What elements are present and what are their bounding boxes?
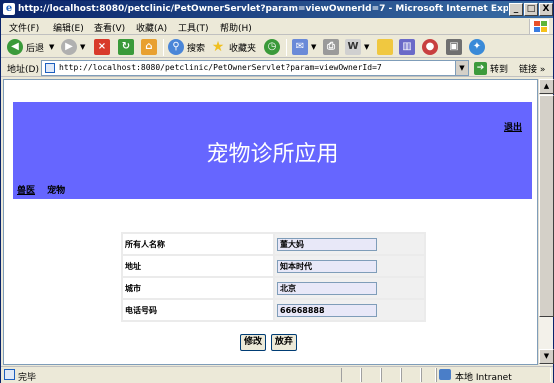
logout-link[interactable]: 退出	[504, 120, 522, 133]
status-bar: 完毕 本地 Intranet	[1, 366, 553, 383]
address-field[interactable]: 知本时代	[277, 259, 377, 273]
back-button[interactable]: ◀ 后退 ▼	[7, 39, 54, 55]
star-icon: ★	[211, 39, 225, 55]
browser-window: e http://localhost:8080/petclinic/PetOwn…	[0, 0, 554, 383]
city-field[interactable]: 北京	[277, 281, 377, 295]
table-row: 所有人名称 董大妈	[123, 234, 424, 254]
mail-button[interactable]: ✉ ▼	[292, 39, 316, 55]
discuss-button[interactable]	[377, 39, 393, 55]
refresh-button[interactable]: ↻	[118, 39, 134, 55]
modify-button[interactable]: 修改	[240, 334, 267, 351]
maximize-button[interactable]: □	[524, 3, 538, 16]
status-text: 完毕	[18, 373, 37, 383]
nav-bar: 兽医 宠物	[17, 183, 65, 196]
chevron-down-icon: ▼	[364, 43, 370, 51]
phone-label: 电话号码	[123, 300, 273, 320]
menu-edit[interactable]: 编辑(E)	[53, 21, 84, 34]
menu-tools[interactable]: 工具(T)	[178, 21, 209, 34]
messenger-button[interactable]: ●	[422, 39, 438, 55]
owner-form: 所有人名称 董大妈 地址 知本时代 城市 北京 电话号码 66668888	[121, 232, 426, 322]
favorites-button[interactable]: ★ 收藏夹	[210, 39, 256, 55]
page-title: 宠物诊所应用	[206, 142, 339, 167]
research-icon: ▥	[399, 39, 415, 55]
menu-favorites[interactable]: 收藏(A)	[136, 21, 167, 34]
owner-name-field[interactable]: 董大妈	[277, 237, 377, 251]
edit-button[interactable]: W ▼	[345, 39, 369, 55]
table-row: 地址 知本时代	[123, 256, 424, 276]
table-row: 电话号码 66668888	[123, 300, 424, 320]
page-icon	[4, 369, 15, 380]
menu-file[interactable]: 文件(F)	[9, 21, 39, 34]
messenger-icon: ●	[422, 39, 438, 55]
go-arrow-icon: ➔	[474, 61, 487, 75]
print-button[interactable]: ⎙	[323, 39, 339, 55]
nav-link-vets[interactable]: 兽医	[17, 186, 35, 196]
back-arrow-icon: ◀	[7, 39, 23, 55]
search-icon: ⚲	[168, 39, 184, 55]
address-input[interactable]: http://localhost:8080/petclinic/PetOwner…	[41, 60, 469, 76]
go-label: 转到	[490, 64, 509, 75]
home-icon: ⌂	[141, 39, 157, 55]
ie-logo-icon: e	[3, 3, 15, 15]
nav-link-pets[interactable]: 宠物	[47, 186, 65, 196]
vertical-scrollbar[interactable]: ▲ ▼	[538, 79, 554, 365]
tool-icon: ▣	[446, 39, 462, 55]
research-button[interactable]: ▥	[399, 39, 415, 55]
search-button[interactable]: ⚲ 搜索	[168, 39, 205, 55]
scroll-thumb[interactable]	[539, 95, 554, 317]
page-header: 退出 宠物诊所应用 兽医 宠物	[13, 102, 532, 199]
address-label: 地址	[123, 256, 273, 276]
page-viewport: 退出 宠物诊所应用 兽医 宠物 所有人名称 董大妈 地址 知本时代 城市 北京 …	[3, 79, 538, 365]
stop-icon: ×	[94, 39, 110, 55]
form-buttons: 修改 放弃	[240, 334, 299, 351]
page-icon	[45, 63, 55, 73]
scroll-up-icon[interactable]: ▲	[539, 79, 554, 94]
document-icon: W	[345, 39, 361, 55]
windows-flag-icon	[529, 19, 549, 34]
window-title: http://localhost:8080/petclinic/PetOwner…	[18, 4, 508, 14]
table-row: 城市 北京	[123, 278, 424, 298]
menu-bar: 文件(F) 编辑(E) 查看(V) 收藏(A) 工具(T) 帮助(H)	[1, 18, 553, 35]
back-label: 后退	[26, 43, 45, 54]
owner-name-label: 所有人名称	[123, 234, 273, 254]
minimize-button[interactable]: _	[509, 3, 523, 16]
folder-icon	[377, 39, 393, 55]
close-button[interactable]: X	[539, 3, 553, 16]
home-button[interactable]: ⌂	[141, 39, 157, 55]
menu-view[interactable]: 查看(V)	[94, 21, 125, 34]
mail-icon: ✉	[292, 39, 308, 55]
address-label: 地址(D)	[7, 65, 39, 75]
cancel-button[interactable]: 放弃	[270, 334, 297, 351]
users-button[interactable]: ✦	[469, 39, 485, 55]
menu-help[interactable]: 帮助(H)	[220, 21, 252, 34]
chevron-down-icon[interactable]: ▼	[455, 61, 468, 75]
print-icon: ⎙	[323, 39, 339, 55]
tool-button[interactable]: ▣	[446, 39, 462, 55]
links-button[interactable]: 链接 »	[519, 62, 545, 75]
chevron-down-icon: ▼	[80, 43, 86, 51]
forward-button[interactable]: ▶ ▼	[61, 39, 85, 55]
chevron-down-icon: ▼	[49, 43, 55, 51]
zone-text: 本地 Intranet	[455, 373, 512, 383]
address-bar: 地址(D) http://localhost:8080/petclinic/Pe…	[1, 59, 553, 77]
city-label: 城市	[123, 278, 273, 298]
refresh-icon: ↻	[118, 39, 134, 55]
intranet-zone-icon	[439, 369, 451, 380]
search-label: 搜索	[187, 43, 206, 54]
history-button[interactable]: ◷	[264, 39, 280, 55]
chevron-down-icon: ▼	[311, 43, 317, 51]
users-icon: ✦	[469, 39, 485, 55]
url-text: http://localhost:8080/petclinic/PetOwner…	[59, 63, 382, 72]
forward-arrow-icon: ▶	[61, 39, 77, 55]
go-button[interactable]: ➔ 转到	[474, 61, 508, 75]
phone-field[interactable]: 66668888	[277, 303, 377, 317]
favorites-label: 收藏夹	[229, 43, 257, 54]
title-bar[interactable]: e http://localhost:8080/petclinic/PetOwn…	[1, 1, 553, 18]
history-icon: ◷	[264, 39, 280, 55]
scroll-down-icon[interactable]: ▼	[539, 349, 554, 364]
toolbar: ◀ 后退 ▼ ▶ ▼ × ↻ ⌂ ⚲ 搜索 ★ 收藏夹 ◷ ✉ ▼ ⎙ W ▼ …	[1, 36, 553, 58]
stop-button[interactable]: ×	[94, 39, 110, 55]
